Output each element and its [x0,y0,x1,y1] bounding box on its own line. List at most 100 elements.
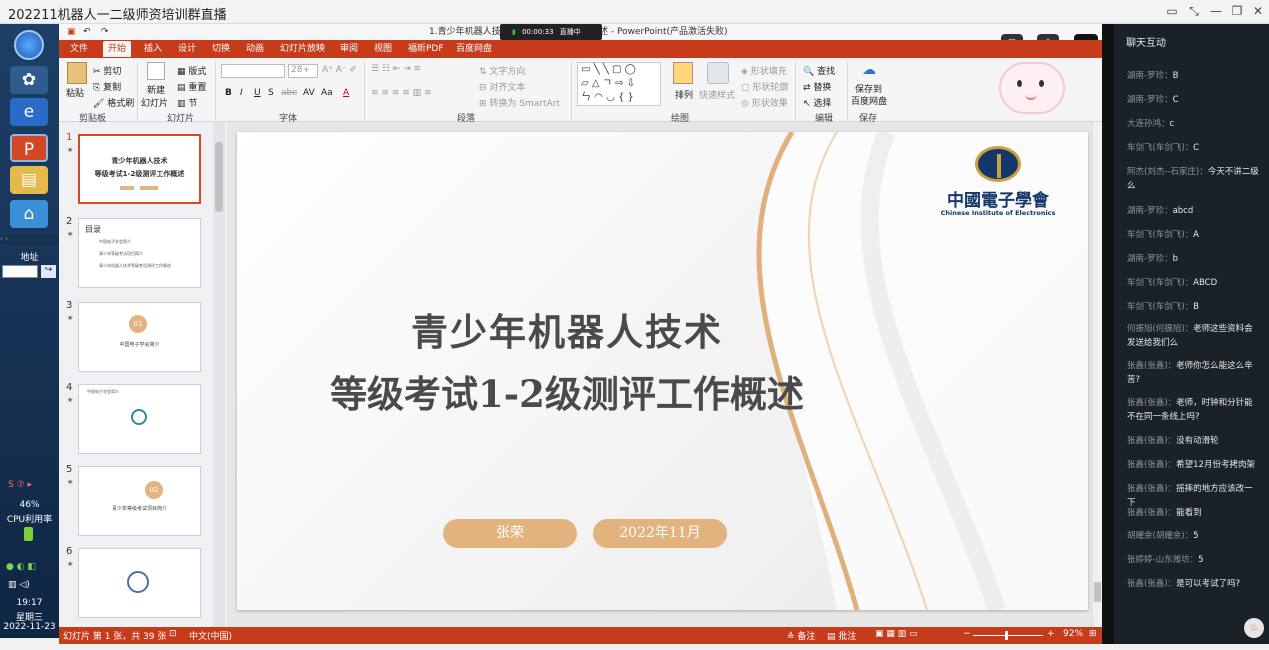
chat-text: C [1172,95,1179,105]
thumbs-scrollbar[interactable] [213,122,225,627]
fit-slide-icon[interactable]: ⊞ [1089,629,1097,639]
star-icon: ★ [67,230,74,238]
view-buttons[interactable]: ▣ ▦ ▥ ▭ [875,629,918,639]
shape-fill-button[interactable]: ◈ 形状填充 [741,64,787,77]
slide-thumb-4[interactable]: 中国电子学会简介 [78,384,201,454]
address-input[interactable] [2,265,38,278]
notes-button[interactable]: ≙ 备注 [787,629,815,642]
new-slide-label1[interactable]: 新建 [147,83,165,96]
tab-design[interactable]: 设计 [173,41,201,57]
replace-button[interactable]: ⇄ 替换 [803,80,831,93]
minimize-icon[interactable]: — [1208,3,1224,19]
slide-thumb-5[interactable]: 02 青少年等级考试项目简介 [78,466,201,536]
bold-button[interactable]: B [225,88,232,98]
font-grow-shrink-icons[interactable]: A⁺ A⁻ ✐ [322,65,357,75]
zoom-level[interactable]: 92% [1063,629,1083,639]
slide-thumb-6[interactable] [78,548,201,618]
go-arrow-icon[interactable]: ↪ [41,265,56,278]
ie-icon[interactable]: e [10,98,48,126]
current-slide[interactable]: 中國電子學會 Chinese Institute of Electronics … [237,132,1088,610]
baidu-netdisk-icon[interactable]: ☁ [859,62,879,80]
paste-icon[interactable] [67,62,87,84]
logo-english: Chinese Institute of Electronics [940,209,1056,217]
restore-icon[interactable]: ❐ [1229,3,1245,19]
shadow-button[interactable]: S [268,88,274,98]
volume-icon[interactable]: ▥ ◁) [8,580,30,590]
network-icon[interactable]: ⌂ [10,200,48,228]
shape-effects-button[interactable]: ◎ 形状效果 [741,96,788,109]
arrange-icon[interactable] [673,62,693,84]
tab-insert[interactable]: 插入 [139,41,167,57]
tab-animations[interactable]: 动画 [241,41,269,57]
zoom-in-button[interactable]: + [1047,629,1055,639]
strike-button[interactable]: abc [281,88,297,98]
undo-icon[interactable]: ↶ [83,24,91,40]
font-name-select[interactable] [221,64,285,78]
quick-styles-icon[interactable] [707,62,729,84]
redo-icon[interactable]: ↷ [101,24,109,40]
tab-view[interactable]: 视图 [369,41,397,57]
align-text-button[interactable]: ⊟ 对齐文本 [479,80,525,93]
slide-scroll-thumb[interactable] [1094,582,1101,602]
taskbar-scroll[interactable]: ‹ › [0,235,59,245]
tray-icons[interactable]: S ⑦ ▸ [8,480,32,490]
chat-text: c [1169,119,1175,129]
paste-button[interactable]: 粘贴 [66,86,84,99]
tab-home[interactable]: 开始 [103,41,132,57]
underline-button[interactable]: U [254,88,261,98]
slide-thumb-2[interactable]: 目录 中国电子学会简介 青少年等级考试项目简介 青少年机器人技术等级考试测评工作… [78,218,201,288]
quick-styles-button[interactable]: 快速样式 [699,88,735,101]
font-color-button[interactable]: A [343,88,349,98]
new-slide-icon[interactable] [147,62,165,80]
tab-slideshow[interactable]: 幻灯片放映 [275,41,330,57]
copy-button[interactable]: ⎘ 复制 [93,80,121,93]
zoom-out-button[interactable]: − [963,629,971,639]
new-slide-label2[interactable]: 幻灯片 [141,96,168,109]
zoom-slider-thumb[interactable] [1005,631,1008,640]
tab-review[interactable]: 审阅 [335,41,363,57]
case-button[interactable]: Aa [321,88,333,98]
tray-icons-2[interactable]: ● ◐ ◧ [6,562,36,572]
shape-outline-button[interactable]: ▢ 形状轮廓 [741,80,788,93]
slide-scrollbar[interactable] [1092,122,1102,627]
spacing-button[interactable]: AV [303,88,315,98]
format-painter-button[interactable]: 🖌 格式刷 [93,96,134,109]
app-icon-multicolor[interactable]: ✿ [10,66,48,94]
tab-file[interactable]: 文件 [65,41,93,57]
fullscreen-icon[interactable]: ⤡ [1186,3,1202,19]
accessibility-icon[interactable]: ⊡ [169,629,177,639]
save-to-label2[interactable]: 百度网盘 [851,94,887,107]
list-buttons[interactable]: ☰ ☷ ⇤ ⇥ ≡ [371,64,421,74]
text-direction-button[interactable]: ⇅ 文字方向 [479,64,525,77]
comments-button[interactable]: ▤ 批注 [827,629,856,642]
slide-thumb-3[interactable]: 01 中国电子学会简介 [78,302,201,372]
start-button[interactable] [14,30,44,60]
zoom-slider[interactable] [973,635,1043,636]
like-icon[interactable]: ♨ [1244,618,1264,638]
cut-button[interactable]: ✂ 剪切 [93,64,121,77]
layout-button[interactable]: ▦ 版式 [177,64,206,77]
tab-foxit-pdf[interactable]: 福昕PDF [403,41,449,57]
tab-transitions[interactable]: 切换 [207,41,235,57]
save-icon[interactable]: ▣ [67,24,76,40]
reset-button[interactable]: ▤ 重置 [177,80,206,93]
slide-thumb-1[interactable]: 青少年机器人技术 等级考试1-2级测评工作概述 [78,134,201,204]
language-status[interactable]: 中文(中国) [189,629,232,642]
find-button[interactable]: 🔍 查找 [803,64,835,77]
arrange-button[interactable]: 排列 [675,88,693,101]
tab-baidu-netdisk[interactable]: 百度网盘 [451,41,497,57]
select-button[interactable]: ↖ 选择 [803,96,831,109]
close-icon[interactable]: ✕ [1250,3,1266,19]
italic-button[interactable]: I [240,88,243,98]
chat-username: 何振旭(何振旭)： [1127,324,1194,334]
folder-icon[interactable]: ▤ [10,166,48,194]
shapes-gallery[interactable]: ▭ ╲ ╲ ▢ ◯ ▱ △ ㄱ ⇨ ⇩ ㄣ ◠ ◡ { } [577,62,661,106]
pin-icon[interactable]: ▭ [1164,3,1180,19]
thumb4-text: 中国电子学会简介 [87,389,119,394]
align-buttons[interactable]: ≡ ≡ ≡ ≡ ▥ ≡ [371,88,432,98]
powerpoint-taskbar-icon[interactable]: P [10,134,48,162]
section-button[interactable]: ▥ 节 [177,96,197,109]
thumbs-scroll-thumb[interactable] [215,142,223,212]
font-size-select[interactable]: 28+ [288,64,318,78]
smartart-button[interactable]: ⊞ 转换为 SmartArt [479,96,560,109]
